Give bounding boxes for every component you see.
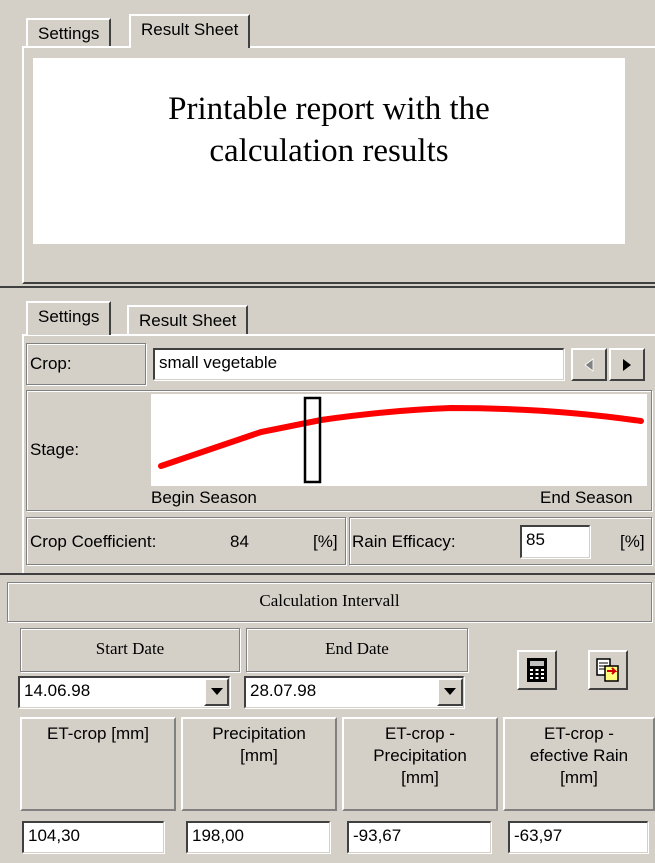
dropdown-arrow-icon [444, 688, 456, 695]
end-season-label: End Season [540, 488, 633, 507]
header-et-crop-line-1: ET-crop [mm] [46, 724, 149, 743]
et-minus-precip-value[interactable]: -93,67 [347, 821, 491, 853]
header-precipitation-line-1: Precipitation [212, 724, 306, 743]
arrow-right-icon [623, 358, 631, 371]
end-date-select[interactable]: 28.07.98 [244, 676, 464, 708]
start-date-select[interactable]: 14.06.98 [18, 676, 230, 708]
tab-settings[interactable]: Settings [26, 301, 112, 335]
panel-divider-2 [0, 573, 655, 575]
rain-efficacy-field[interactable]: 85 [520, 525, 590, 558]
header-et-minus-precip-line-1: ET-crop - [385, 724, 455, 743]
et-crop-value[interactable]: 104,30 [22, 821, 164, 853]
report-line-2: calculation results [209, 133, 449, 169]
crop-prev-button[interactable] [571, 348, 607, 381]
tab-result-sheet-top[interactable]: Result Sheet [129, 14, 251, 48]
stage-curve [158, 396, 644, 484]
et-minus-rain-value[interactable]: -63,97 [508, 821, 648, 853]
header-et-crop: ET-crop [mm] [20, 717, 176, 811]
coefficient-value: 84 [230, 532, 249, 551]
header-et-minus-precip: ET-crop - Precipitation [mm] [342, 717, 498, 811]
precipitation-value[interactable]: 198,00 [186, 821, 330, 853]
header-precipitation: Precipitation [mm] [181, 717, 337, 811]
arrow-left-icon [584, 357, 594, 372]
header-et-minus-rain-line-2: efective Rain [529, 746, 629, 765]
begin-season-label: Begin Season [151, 488, 257, 507]
dropdown-arrow-icon [210, 688, 223, 695]
header-et-minus-rain: ET-crop - efective Rain [mm] [503, 717, 655, 811]
coefficient-unit: [%] [313, 532, 338, 551]
start-date-dropdown-button[interactable] [204, 678, 229, 706]
stage-label: Stage: [30, 440, 80, 459]
stage-cursor [303, 396, 322, 484]
header-et-minus-rain-line-3: [mm] [560, 768, 598, 787]
header-et-minus-rain-line-1: ET-crop - [544, 724, 614, 743]
tab-settings-top[interactable]: Settings [26, 18, 112, 48]
end-date-dropdown-button[interactable] [437, 678, 463, 706]
report-line-1: Printable report with the [168, 91, 490, 127]
panel-divider [0, 286, 655, 288]
crop-next-button[interactable] [609, 348, 645, 381]
header-et-minus-precip-line-2: Precipitation [373, 746, 467, 765]
report-icon [596, 658, 619, 682]
header-precipitation-line-2: [mm] [240, 746, 278, 765]
coefficient-label: Crop Coefficient: [30, 532, 157, 551]
rain-efficacy-label: Rain Efficacy: [352, 532, 456, 551]
crop-field[interactable]: small vegetable [153, 348, 564, 380]
tab-result-sheet[interactable]: Result Sheet [127, 305, 249, 335]
report-button[interactable] [588, 650, 628, 690]
calculator-icon [527, 658, 547, 682]
report-text: Printable report with the calculation re… [33, 88, 625, 172]
rain-efficacy-unit: [%] [620, 532, 645, 551]
calculate-button[interactable] [517, 650, 557, 690]
header-et-minus-precip-line-3: [mm] [401, 768, 439, 787]
kc-curve-line [158, 404, 644, 469]
start-date-label: Start Date [95, 639, 165, 658]
stage-chart[interactable] [151, 394, 647, 486]
crop-label: Crop: [30, 354, 72, 373]
interval-title: Calculation Intervall [259, 591, 400, 610]
end-date-label: End Date [325, 639, 389, 658]
